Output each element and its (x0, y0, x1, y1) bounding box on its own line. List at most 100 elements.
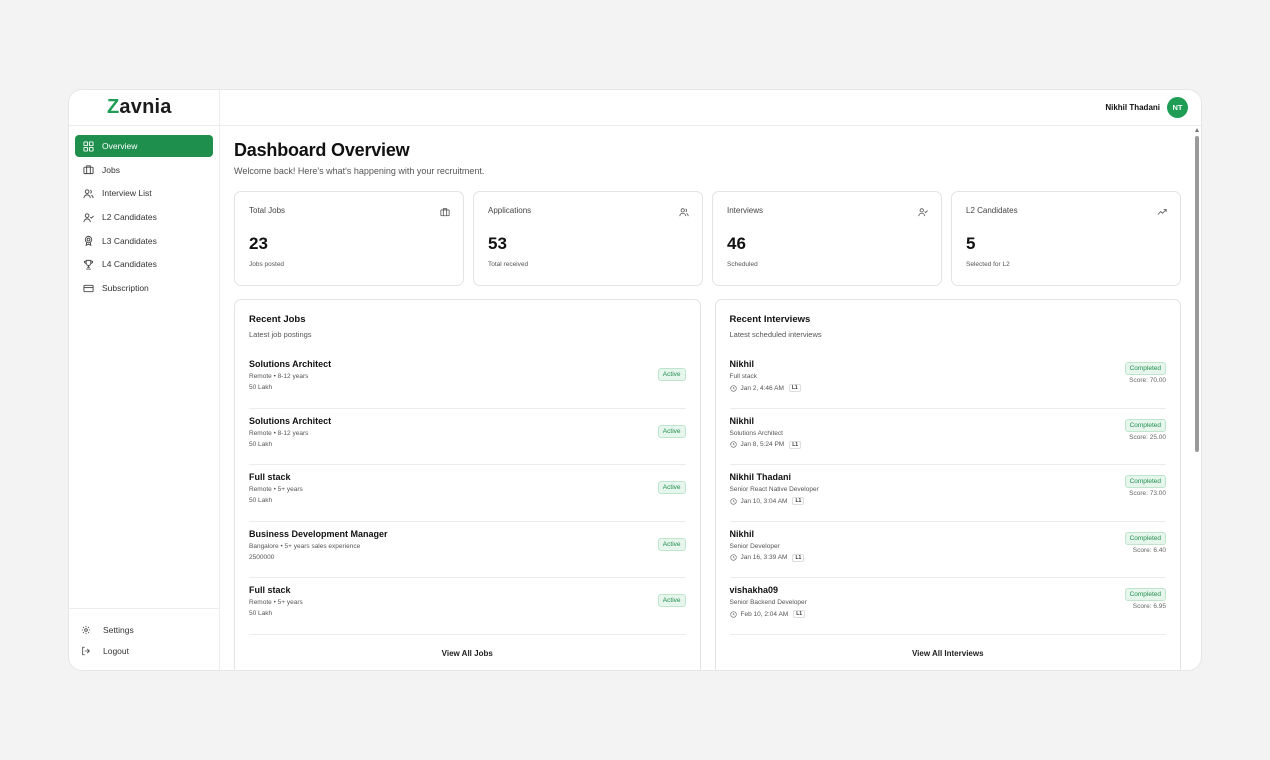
interview-score: Score: 25.00 (1129, 433, 1166, 441)
brand-logo[interactable]: Zavnia (69, 90, 219, 126)
job-title: Full stack (249, 585, 291, 595)
interview-time-row: Jan 16, 3:39 AM L1 (729, 553, 1167, 562)
main-area: Nikhil Thadani NT Dashboard Overview Wel… (220, 90, 1201, 670)
clock-icon (729, 554, 737, 561)
dashboard-content: Dashboard Overview Welcome back! Here's … (220, 126, 1201, 670)
interview-row[interactable]: Nikhil Senior Developer Jan 16, 3:39 AM … (729, 522, 1167, 578)
status-badge: Active (657, 537, 686, 551)
sidebar-nav: Overview Jobs Interview List L2 Candidat… (69, 126, 219, 310)
sidebar-item-subscription[interactable]: Subscription (75, 277, 213, 299)
view-all-interviews-link[interactable]: View All Interviews (730, 649, 1167, 658)
grid-icon (83, 140, 94, 152)
sidebar-item-l4-candidates[interactable]: L4 Candidates (75, 253, 213, 275)
job-row[interactable]: Full stack Remote • 5+ years 50 Lakh Act… (249, 578, 686, 635)
stat-label: Interviews (727, 206, 764, 215)
stat-sub: Jobs posted (249, 261, 285, 268)
candidate-name: Nikhil (729, 359, 755, 369)
job-salary: 2500000 (249, 553, 275, 561)
interview-score: Score: 6.95 (1132, 603, 1166, 610)
status-badge: Completed (1124, 418, 1166, 432)
level-tag: L1 (789, 440, 802, 449)
stat-card-interviews: Interviews 46 Scheduled (712, 191, 942, 286)
jobs-list: Solutions Architect Remote • 8-12 years … (249, 352, 686, 635)
sidebar-item-interview-list[interactable]: Interview List (75, 182, 213, 204)
candidate-role: Senior Backend Developer (729, 599, 807, 606)
stat-card-l2-candidates: L2 Candidates 5 Selected for L2 (951, 191, 1181, 286)
job-row[interactable]: Solutions Architect Remote • 8-12 years … (249, 409, 686, 465)
trending-up-icon (1157, 209, 1167, 215)
status-badge: Completed (1124, 475, 1166, 488)
status-badge: Active (657, 481, 686, 494)
sidebar-item-jobs[interactable]: Jobs (75, 159, 213, 181)
candidate-name: Nikhil (729, 415, 755, 426)
panel-subtitle: Latest job postings (249, 330, 312, 339)
page-title: Dashboard Overview (234, 140, 410, 160)
logout-button[interactable]: Logout (81, 640, 213, 661)
candidate-role: Senior React Native Developer (729, 486, 819, 493)
logout-icon (82, 646, 90, 655)
interview-row[interactable]: Nikhil Solutions Architect Jan 8, 5:24 P… (729, 409, 1166, 465)
interview-row[interactable]: Nikhil Thadani Senior React Native Devel… (729, 465, 1166, 522)
status-badge: Active (657, 424, 686, 438)
sidebar-footer: Settings Logout (69, 608, 219, 670)
interview-time: Jan 8, 5:24 PM (740, 441, 785, 448)
briefcase-icon (440, 208, 450, 217)
sidebar-item-l2-candidates[interactable]: L2 Candidates (75, 206, 213, 228)
interview-score: Score: 73.00 (1129, 490, 1166, 497)
stat-sub: Selected for L2 (966, 261, 1010, 268)
candidate-name: Nikhil (729, 528, 755, 539)
interview-time: Jan 16, 3:39 AM (740, 554, 788, 561)
stat-label: Applications (488, 206, 532, 215)
scrollbar-thumb[interactable] (1195, 136, 1199, 452)
scrollbar[interactable] (1194, 126, 1200, 670)
gear-icon (81, 625, 91, 634)
level-tag: L1 (792, 553, 805, 562)
users-icon (679, 208, 689, 217)
job-salary: 50 Lakh (249, 440, 273, 448)
job-salary: 50 Lakh (249, 497, 273, 504)
job-row[interactable]: Solutions Architect Remote • 8-12 years … (249, 352, 686, 409)
sidebar-item-l3-candidates[interactable]: L3 Candidates (75, 230, 213, 252)
stat-value: 46 (727, 234, 746, 253)
recent-jobs-panel: Recent Jobs Latest job postings Solution… (234, 299, 701, 670)
topbar: Nikhil Thadani NT (220, 90, 1201, 126)
job-meta: Remote • 5+ years (249, 486, 303, 493)
job-meta: Remote • 8-12 years (249, 429, 309, 437)
panels-row: Recent Jobs Latest job postings Solution… (234, 299, 1181, 670)
job-title: Full stack (249, 472, 291, 482)
page-subtitle: Welcome back! Here's what's happening wi… (234, 166, 485, 176)
sidebar-item-label: Interview List (102, 188, 152, 199)
level-tag: L1 (793, 610, 806, 618)
job-title: Solutions Architect (249, 415, 332, 426)
logo-letter: Z (107, 96, 120, 118)
job-meta: Remote • 8-12 years (249, 373, 309, 380)
sidebar-item-label: L4 Candidates (102, 259, 157, 270)
stat-sub: Scheduled (727, 261, 758, 268)
avatar[interactable]: NT (1167, 97, 1188, 118)
badge-icon (84, 236, 93, 247)
sidebar: Zavnia Overview Jobs Interview List L2 C… (69, 90, 220, 670)
job-row[interactable]: Business Development Manager Bangalore •… (249, 522, 686, 578)
job-row[interactable]: Full stack Remote • 5+ years 50 Lakh Act… (249, 465, 686, 522)
status-badge: Completed (1124, 531, 1166, 545)
recent-interviews-panel: Recent Interviews Latest scheduled inter… (714, 299, 1181, 670)
sidebar-item-label: Subscription (102, 283, 149, 294)
stat-value: 23 (249, 234, 268, 253)
stat-label: L2 Candidates (966, 206, 1018, 215)
stat-sub: Total received (488, 261, 529, 268)
briefcase-icon (83, 165, 94, 175)
interview-row[interactable]: vishakha09 Senior Backend Developer Feb … (729, 578, 1166, 635)
scroll-up-arrow-icon[interactable] (1195, 128, 1199, 132)
user-name: Nikhil Thadani (1105, 103, 1160, 112)
interview-row[interactable]: Nikhil Full stack Jan 2, 4:46 AM L1 Comp… (729, 352, 1166, 409)
interview-score: Score: 6.40 (1132, 546, 1166, 554)
clock-icon (729, 610, 737, 618)
settings-button[interactable]: Settings (81, 619, 213, 640)
user-check-icon (83, 212, 94, 222)
status-badge: Active (657, 594, 686, 607)
view-all-jobs-link[interactable]: View All Jobs (249, 649, 686, 658)
sidebar-item-overview[interactable]: Overview (75, 135, 213, 157)
sidebar-item-label: Overview (102, 141, 138, 151)
status-badge: Completed (1124, 588, 1166, 601)
interview-time: Feb 10, 2:04 AM (740, 610, 789, 618)
